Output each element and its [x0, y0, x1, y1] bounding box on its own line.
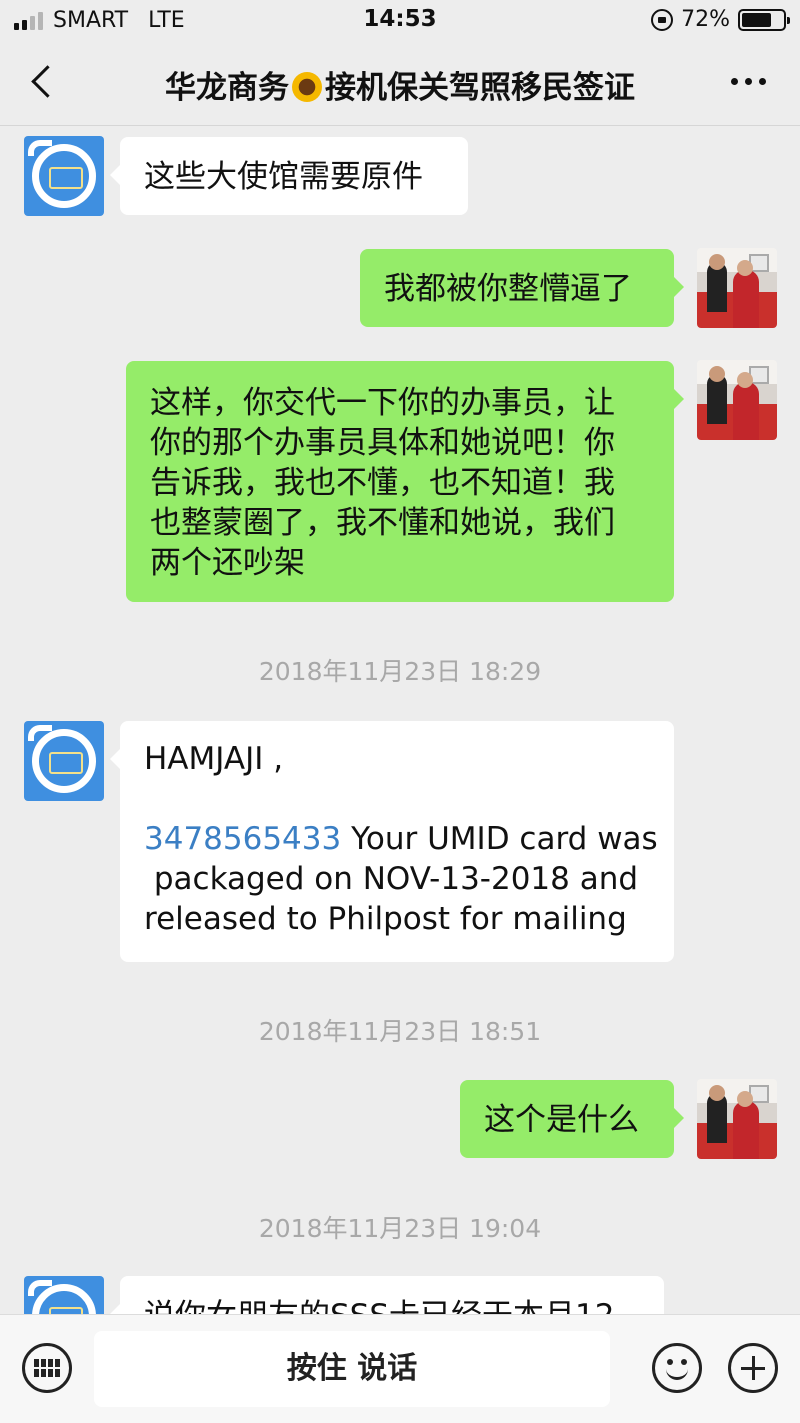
back-icon[interactable]: [24, 60, 64, 106]
message-timestamp: 2018年11月23日 18:29: [258, 657, 542, 686]
my-avatar[interactable]: [697, 1079, 777, 1159]
message-bubble-sent[interactable]: 这个是什么: [460, 1080, 684, 1158]
message-text: Your UMID card was: [341, 821, 658, 857]
chat-title-text: 华龙商务: [165, 70, 289, 106]
message-text: 我都被你整懵逼了: [384, 271, 632, 307]
message-text: 这些大使馆需要原件: [144, 159, 423, 195]
chat-title: 华龙商务 接机保关驾照移民签证: [90, 62, 710, 107]
plus-icon[interactable]: [728, 1343, 778, 1393]
message-text-line: 两个还吵架: [150, 545, 305, 581]
contact-avatar[interactable]: [24, 721, 104, 801]
more-options-icon[interactable]: [731, 78, 766, 85]
message-bubble-sent[interactable]: 这样，你交代一下你的办事员，让 你的那个办事员具体和她说吧！你 告诉我，我也不懂…: [126, 361, 684, 602]
phone-number-link[interactable]: 3478565433: [144, 821, 341, 857]
my-avatar[interactable]: [697, 360, 777, 440]
contact-avatar[interactable]: [24, 136, 104, 216]
rotation-lock-icon: [651, 8, 674, 31]
contact-avatar[interactable]: [24, 1276, 104, 1314]
message-timestamp: 2018年11月23日 19:04: [258, 1214, 542, 1243]
message-bubble-received[interactable]: HAMJAJI , 3478565433 Your UMID card was …: [110, 721, 674, 962]
battery-icon: [738, 8, 790, 31]
battery-percent: 72%: [681, 7, 730, 32]
chat-title-subtitle: 接机保关驾照移民签证: [325, 70, 635, 106]
message-text-line: 这样，你交代一下你的办事员，让: [150, 385, 615, 421]
message-text-line: 3478565433 Your UMID card was: [144, 819, 658, 859]
message-greeting: HAMJAJI ,: [144, 741, 284, 777]
message-text-line: 你的那个办事员具体和她说吧！你: [150, 425, 615, 461]
chat-header: 华龙商务 接机保关驾照移民签证: [0, 40, 800, 126]
message-text-line: 也整蒙圈了，我不懂和她说，我们: [150, 505, 615, 541]
emoji-icon[interactable]: [652, 1343, 702, 1393]
my-avatar[interactable]: [697, 248, 777, 328]
sunflower-icon: [292, 72, 322, 102]
message-text: 这个是什么: [484, 1102, 639, 1138]
message-text-line: packaged on NOV-13-2018 and: [144, 861, 639, 897]
keyboard-icon[interactable]: [22, 1343, 72, 1393]
status-bar: SMART LTE 14:53 72%: [0, 0, 800, 40]
input-bar: 按住 说话: [0, 1314, 800, 1423]
message-list[interactable]: 这些大使馆需要原件 我都被你整懵逼了 这样，你交代一下你的办事员，让 你的那个办…: [0, 126, 800, 1314]
message-bubble-received[interactable]: 说你女朋友的SSS卡已经于本月12: [110, 1276, 664, 1314]
message-text: 说你女朋友的SSS卡已经于本月12: [144, 1296, 640, 1314]
message-text-line: released to Philpost for mailing: [144, 901, 627, 937]
hold-to-talk-button[interactable]: 按住 说话: [94, 1331, 610, 1407]
message-bubble-sent[interactable]: 我都被你整懵逼了: [360, 249, 684, 327]
message-timestamp: 2018年11月23日 18:51: [258, 1017, 542, 1046]
message-bubble-received[interactable]: 这些大使馆需要原件: [110, 137, 468, 215]
message-text-line: 告诉我，我也不懂，也不知道！我: [150, 465, 615, 501]
